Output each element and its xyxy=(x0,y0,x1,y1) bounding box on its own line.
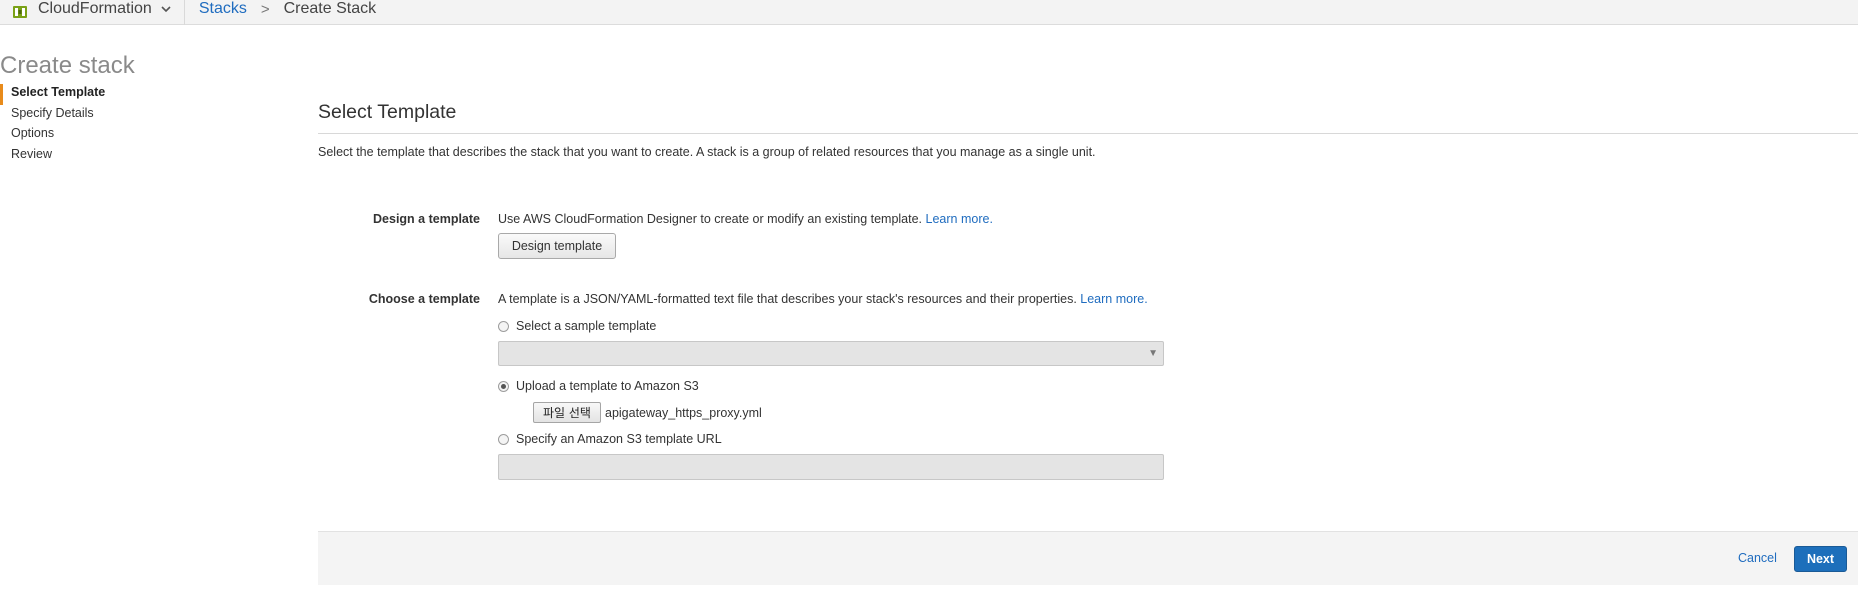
s3-url-option[interactable]: Specify an Amazon S3 template URL xyxy=(498,432,722,446)
s3-template-url-input[interactable] xyxy=(498,454,1164,480)
wizard-footer xyxy=(318,531,1858,585)
top-navigation-bar: CloudFormation Stacks > Create Stack xyxy=(0,0,1858,25)
wizard-step-review[interactable]: Review xyxy=(0,146,200,167)
choose-learn-more-link[interactable]: Learn more. xyxy=(1080,292,1147,306)
sample-template-radio[interactable] xyxy=(498,320,509,332)
choose-template-description: A template is a JSON/YAML-formatted text… xyxy=(498,292,1148,306)
choose-file-button[interactable]: 파일 선택 xyxy=(533,402,601,423)
s3-url-radio[interactable] xyxy=(498,433,509,445)
breadcrumb-separator: > xyxy=(260,0,270,18)
design-template-label: Design a template xyxy=(373,212,480,226)
design-template-button[interactable]: Design template xyxy=(498,233,616,259)
wizard-step-specify-details[interactable]: Specify Details xyxy=(0,105,200,126)
section-intro-text: Select the template that describes the s… xyxy=(318,145,1096,159)
service-name: CloudFormation xyxy=(38,0,152,17)
section-divider xyxy=(318,133,1858,134)
page-title: Create stack xyxy=(0,52,135,79)
chevron-down-icon xyxy=(161,6,171,13)
design-learn-more-link[interactable]: Learn more. xyxy=(926,212,993,226)
sample-template-option-label: Select a sample template xyxy=(516,319,657,333)
cancel-link[interactable]: Cancel xyxy=(1738,551,1777,565)
s3-url-option-label: Specify an Amazon S3 template URL xyxy=(516,432,722,446)
wizard-steps-nav: Select Template Specify Details Options … xyxy=(0,84,200,166)
next-button[interactable]: Next xyxy=(1794,546,1847,572)
breadcrumb: Stacks > Create Stack xyxy=(185,0,376,18)
choose-template-label: Choose a template xyxy=(368,292,480,306)
wizard-step-select-template[interactable]: Select Template xyxy=(0,84,200,105)
design-description-text: Use AWS CloudFormation Designer to creat… xyxy=(498,212,923,226)
upload-template-option[interactable]: Upload a template to Amazon S3 xyxy=(498,379,699,393)
cloudformation-logo-icon xyxy=(13,6,27,18)
design-template-description: Use AWS CloudFormation Designer to creat… xyxy=(498,212,993,226)
sample-template-option[interactable]: Select a sample template xyxy=(498,319,656,333)
service-switcher[interactable]: CloudFormation xyxy=(0,0,185,25)
breadcrumb-current: Create Stack xyxy=(283,0,377,17)
upload-template-radio[interactable] xyxy=(498,380,509,392)
upload-template-option-label: Upload a template to Amazon S3 xyxy=(516,379,699,393)
wizard-step-options[interactable]: Options xyxy=(0,125,200,146)
dropdown-arrow-icon: ▼ xyxy=(1148,348,1158,359)
sample-template-select[interactable]: ▼ xyxy=(498,341,1164,366)
selected-file-name: apigateway_https_proxy.yml xyxy=(605,406,762,420)
breadcrumb-stacks-link[interactable]: Stacks xyxy=(199,0,247,18)
choose-description-text: A template is a JSON/YAML-formatted text… xyxy=(498,292,1077,306)
section-title: Select Template xyxy=(318,101,457,123)
